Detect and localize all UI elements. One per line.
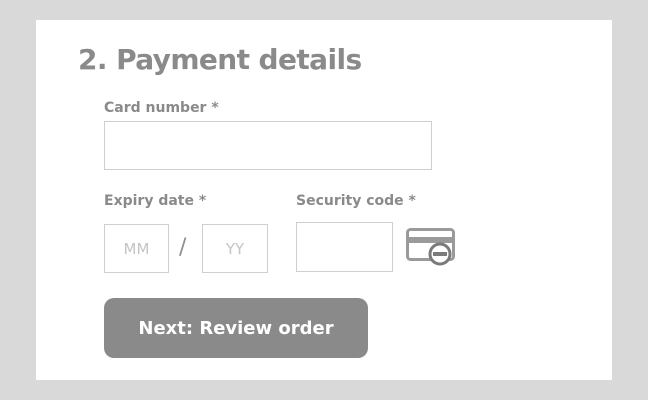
expiry-separator: /: [179, 235, 187, 260]
page-title: 2. Payment details: [78, 43, 362, 76]
security-code-input[interactable]: [296, 222, 393, 272]
expiry-month-input[interactable]: [104, 224, 169, 273]
card-number-input[interactable]: [104, 121, 432, 170]
card-number-label: Card number *: [104, 100, 219, 116]
credit-card-cvv-icon: [406, 228, 455, 266]
security-code-label: Security code *: [296, 193, 416, 209]
expiry-year-input[interactable]: [202, 224, 268, 273]
expiry-date-label: Expiry date *: [104, 193, 207, 209]
next-review-order-button[interactable]: Next: Review order: [104, 298, 368, 358]
